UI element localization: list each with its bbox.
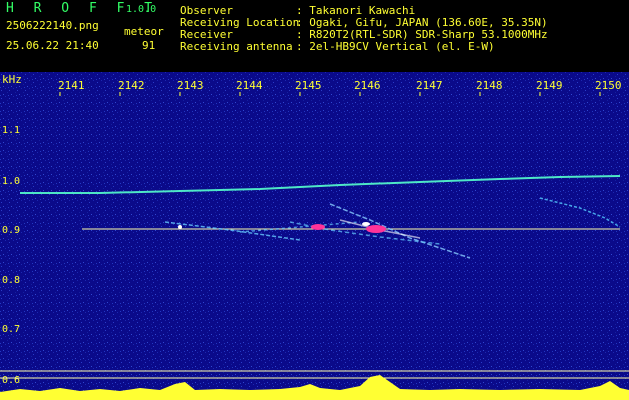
header-panel: H R O F F T 1.0.0 2506222140.png 25.06.2… (0, 0, 629, 72)
x-tick-label: 2143 (177, 79, 204, 92)
detection-count: 91 (142, 39, 156, 52)
y-tick-label: 1.1 (2, 125, 20, 136)
y-tick-label: 0.7 (2, 324, 20, 335)
spectrogram-plot: kHz 2141 2142 2143 2144 2145 2146 2147 2… (0, 72, 629, 400)
y-tick-label: 0.9 (2, 225, 20, 236)
x-tick-label: 2148 (476, 79, 503, 92)
datetime: 25.06.22 21:40 (6, 39, 99, 52)
filename: 2506222140.png (6, 19, 99, 32)
x-tick-label: 2142 (118, 79, 145, 92)
antenna-value: : 2el-HB9CV Vertical (el. E-W) (296, 40, 495, 53)
x-tick-label: 2147 (416, 79, 443, 92)
x-tick-label: 2145 (295, 79, 322, 92)
y-tick-label: 1.0 (2, 176, 20, 187)
y-tick-label: 0.8 (2, 275, 20, 286)
y-tick-label: 0.6 (2, 375, 20, 386)
detection-type-label: meteor (124, 25, 164, 38)
x-tick-label: 2144 (236, 79, 263, 92)
spectrogram-background (0, 72, 629, 400)
app-version: 1.0.0 (126, 4, 157, 15)
x-tick-label: 2141 (58, 79, 85, 92)
x-tick-label: 2150 (595, 79, 622, 92)
x-tick-label: 2146 (354, 79, 381, 92)
antenna-label: Receiving antenna (180, 40, 293, 53)
y-unit-label: kHz (2, 73, 22, 86)
x-tick-label: 2149 (536, 79, 563, 92)
